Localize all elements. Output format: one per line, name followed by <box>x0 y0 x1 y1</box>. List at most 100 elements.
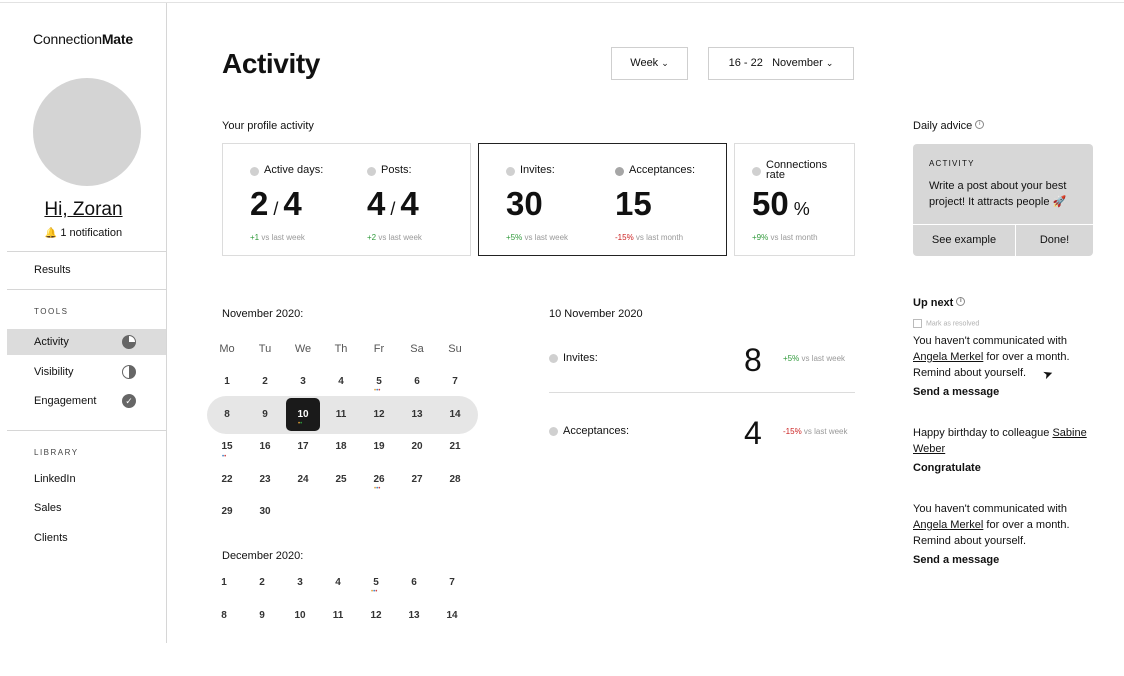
calendar-day[interactable]: 8 <box>205 610 243 621</box>
calendar-day[interactable]: 11 <box>319 610 357 621</box>
stat-comparison: +1 vs last week <box>250 233 305 242</box>
stat-value: 30 <box>506 185 543 222</box>
calendar-day[interactable]: 2 <box>246 376 284 387</box>
calendar-day[interactable]: 4 <box>322 376 360 387</box>
notification-link[interactable]: 🔔 1 notification <box>0 227 167 239</box>
chevron-down-icon: ⌄ <box>825 58 834 68</box>
up-next-heading: Up next i <box>913 297 966 309</box>
contact-link[interactable]: Angela Merkel <box>913 351 983 363</box>
avatar[interactable] <box>33 78 141 186</box>
stat-value: 4 / 4 <box>367 185 419 222</box>
stat-comparison: +2 vs last week <box>367 233 422 242</box>
calendar-day[interactable]: 6 <box>395 577 433 588</box>
calendar-day[interactable]: 21 <box>436 441 474 452</box>
stat-value: 2 / 4 <box>250 185 302 222</box>
calendar-day[interactable]: 29 <box>208 506 246 517</box>
calendar-day[interactable]: 6 <box>398 376 436 387</box>
event-dots: ••• <box>371 589 378 595</box>
date-range-dropdown[interactable]: 16 - 22 November ⌄ <box>708 47 854 80</box>
stat-comparison: +5% vs last week <box>506 233 569 242</box>
calendar-day[interactable]: 24 <box>284 474 322 485</box>
congratulate-button[interactable]: Congratulate <box>913 462 981 474</box>
nav-item-results[interactable]: Results <box>7 257 166 283</box>
selected-day[interactable]: 10 <box>286 398 320 431</box>
calendar-day[interactable]: 4 <box>319 577 357 588</box>
event-dots: ••• <box>374 388 381 394</box>
event-dots: •• <box>222 454 227 460</box>
daily-advice-card: ACTIVITY Write a post about your best pr… <box>913 144 1093 257</box>
send-message-button[interactable]: Send a message <box>913 554 999 566</box>
nav-item-clients[interactable]: Clients <box>7 525 166 551</box>
calendar-day[interactable]: 26 <box>360 474 398 485</box>
calendar-day[interactable]: 10 <box>281 610 319 621</box>
nav-item-linkedin[interactable]: LinkedIn <box>7 466 166 492</box>
calendar-day[interactable]: 27 <box>398 474 436 485</box>
contact-link[interactable]: Angela Merkel <box>913 519 983 531</box>
calendar-day[interactable]: 3 <box>281 577 319 588</box>
stat-card-connections-rate[interactable]: Connections rate 50 % +9% vs last month <box>734 143 855 256</box>
stat-card-days-posts[interactable]: Active days: 2 / 4 +1 vs last week Posts… <box>222 143 471 256</box>
legend-dot <box>506 167 515 176</box>
tools-heading: TOOLS <box>34 307 69 316</box>
calendar-day[interactable]: 16 <box>246 441 284 452</box>
day-detail-date: 10 November 2020 <box>549 308 643 320</box>
calendar-day[interactable]: 2 <box>243 577 281 588</box>
calendar-day[interactable]: 17 <box>284 441 322 452</box>
sidebar: ConnectionMate Hi, Zoran 🔔 1 notification… <box>0 3 167 643</box>
page-title: Activity <box>222 48 320 79</box>
event-dots: ••• <box>374 486 381 492</box>
weekday-label: We <box>294 343 312 355</box>
nav-item-sales[interactable]: Sales <box>7 495 166 521</box>
legend-dot <box>549 427 558 436</box>
calendar-day[interactable]: 1 <box>208 376 246 387</box>
calendar-day[interactable]: 18 <box>322 441 360 452</box>
nav-item-activity[interactable]: Activity <box>7 329 166 355</box>
calendar-day[interactable]: 11 <box>322 409 360 420</box>
mark-resolved-checkbox[interactable]: Mark as resolved <box>913 319 979 328</box>
calendar-day[interactable]: 5 <box>360 376 398 387</box>
calendar-day[interactable]: 19 <box>360 441 398 452</box>
nav-item-visibility[interactable]: Visibility <box>7 359 166 385</box>
user-greeting[interactable]: Hi, Zoran <box>0 199 167 221</box>
calendar-day[interactable]: 14 <box>433 610 471 621</box>
calendar-day[interactable]: 1 <box>205 577 243 588</box>
calendar-day[interactable]: 7 <box>433 577 471 588</box>
legend-dot <box>367 167 376 176</box>
nav-item-engagement[interactable]: Engagement ✓ <box>7 388 166 414</box>
calendar-day[interactable]: 13 <box>395 610 433 621</box>
legend-dot <box>549 354 558 363</box>
calendar-day[interactable]: 7 <box>436 376 474 387</box>
calendar-day[interactable]: 20 <box>398 441 436 452</box>
stat-card-invites-acceptances[interactable]: Invites: 30 +5% vs last week Acceptances… <box>478 143 727 256</box>
calendar-day[interactable]: 12 <box>360 409 398 420</box>
calendar-day[interactable]: 9 <box>246 409 284 420</box>
period-dropdown[interactable]: Week ⌄ <box>611 47 688 80</box>
calendar-day[interactable]: 22 <box>208 474 246 485</box>
app-logo[interactable]: ConnectionMate <box>33 31 133 47</box>
send-message-button[interactable]: Send a message <box>913 386 999 398</box>
pie-chart-icon <box>122 335 136 349</box>
up-next-item-text: You haven't communicated with Angela Mer… <box>913 335 1070 379</box>
calendar-day[interactable]: 3 <box>284 376 322 387</box>
divider <box>7 430 166 431</box>
calendar-day[interactable]: 13 <box>398 409 436 420</box>
calendar-day[interactable]: 14 <box>436 409 474 420</box>
calendar-day[interactable]: 23 <box>246 474 284 485</box>
calendar-day[interactable]: 25 <box>322 474 360 485</box>
info-icon[interactable]: i <box>975 120 985 129</box>
stat-comparison: -15% vs last month <box>615 233 684 242</box>
calendar-day[interactable]: 5 <box>357 577 395 588</box>
calendar-day[interactable]: 15 <box>208 441 246 452</box>
stat-value: 15 <box>615 185 652 222</box>
calendar-day[interactable]: 9 <box>243 610 281 621</box>
info-icon[interactable]: i <box>956 297 966 306</box>
see-example-button[interactable]: See example <box>913 225 1016 257</box>
done-button[interactable]: Done! <box>1016 225 1093 257</box>
daily-advice-heading: Daily advice i <box>913 120 985 132</box>
bell-icon: 🔔 <box>44 228 58 239</box>
calendar-day[interactable]: 8 <box>208 409 246 420</box>
calendar-day[interactable]: 12 <box>357 610 395 621</box>
calendar-day[interactable]: 30 <box>246 506 284 517</box>
calendar-day[interactable]: 28 <box>436 474 474 485</box>
legend-dot <box>615 167 624 176</box>
